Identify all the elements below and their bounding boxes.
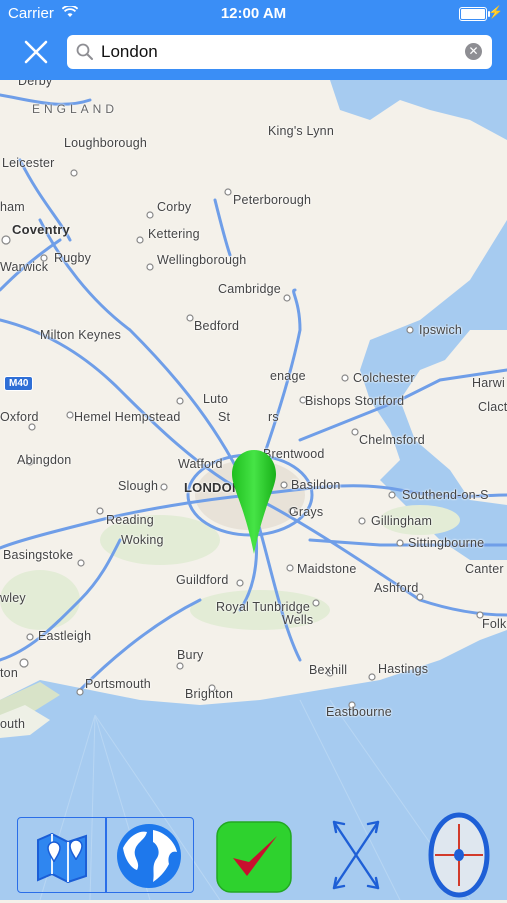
place-label: Abingdon: [17, 453, 72, 467]
place-label: Southend-on-S: [402, 488, 489, 502]
confirm-button[interactable]: [215, 820, 293, 899]
place-label: rs: [268, 410, 279, 424]
place-label: Folk: [482, 617, 507, 631]
clear-search-button[interactable]: ✕: [465, 43, 482, 60]
road-badge-m40: M40: [4, 376, 34, 391]
place-label: Cambridge: [218, 282, 281, 296]
place-label: Guildford: [176, 573, 229, 587]
place-label: Clact: [478, 400, 507, 414]
place-label: Coventry: [12, 222, 70, 237]
place-label: Royal Tunbridge: [216, 600, 311, 614]
search-input[interactable]: [101, 40, 441, 64]
place-label: Bedford: [194, 319, 240, 333]
close-button[interactable]: [14, 34, 58, 70]
charging-icon: ⚡: [488, 5, 503, 19]
place-label: Luto: [203, 392, 229, 406]
globe-icon: [117, 824, 181, 888]
place-label: Grays: [289, 505, 324, 519]
place-label: outh: [0, 717, 26, 731]
place-label: Bishops Stortford: [305, 394, 405, 408]
folded-map-icon: [37, 832, 87, 884]
place-label: Hastings: [378, 662, 429, 676]
place-label: Corby: [157, 200, 192, 214]
place-label: Wells: [282, 613, 314, 627]
place-label: Peterborough: [233, 193, 312, 207]
place-label: Slough: [118, 479, 159, 493]
place-label: Ipswich: [419, 323, 463, 337]
expand-button[interactable]: [328, 816, 384, 899]
place-label: Bexhill: [309, 663, 348, 677]
place-label: Ashford: [374, 581, 419, 595]
compass-button[interactable]: [427, 812, 491, 903]
place-label: Loughborough: [64, 136, 148, 150]
map-pins-button[interactable]: [34, 826, 90, 889]
globe-button[interactable]: [113, 822, 185, 895]
place-label: Wellingborough: [157, 253, 247, 267]
place-label: Sittingbourne: [408, 536, 485, 550]
place-label: Gillingham: [371, 514, 433, 528]
map-view[interactable]: Derby ENGLAND King's Lynn Loughborough L…: [0, 74, 507, 900]
compass-icon: [428, 812, 490, 898]
place-label: King's Lynn: [268, 124, 334, 138]
place-label: Hemel Hempstead: [74, 410, 181, 424]
place-label: Woking: [121, 533, 164, 547]
search-bar[interactable]: ✕: [67, 35, 492, 69]
place-label: Reading: [106, 513, 154, 527]
region-label: ENGLAND: [32, 102, 119, 116]
place-label: wley: [0, 591, 26, 605]
place-label: Milton Keynes: [40, 328, 122, 342]
navigation-bar: Carrier 12:00 AM ⚡ ✕: [0, 0, 507, 80]
status-bar: Carrier 12:00 AM ⚡: [0, 0, 507, 28]
place-label: Warwick: [0, 260, 49, 274]
place-label: Brighton: [185, 687, 234, 701]
checkmark-icon: [216, 821, 292, 893]
place-label: Bury: [177, 648, 204, 662]
place-label: St: [218, 410, 231, 424]
place-label: Eastbourne: [326, 705, 392, 719]
place-label: Leicester: [2, 156, 55, 170]
place-label: Portsmouth: [85, 677, 151, 691]
place-label: Colchester: [353, 371, 415, 385]
place-label: Chelmsford: [359, 433, 425, 447]
place-label: Maidstone: [297, 562, 357, 576]
place-label: Basildon: [291, 478, 341, 492]
place-label: Canter: [465, 562, 504, 576]
place-label: ham: [0, 200, 25, 214]
place-label: Basingstoke: [3, 548, 74, 562]
battery-icon: [459, 7, 490, 21]
search-icon: [76, 43, 94, 66]
place-label: Eastleigh: [38, 629, 92, 643]
place-label: Watford: [178, 457, 223, 471]
place-label: Harwi: [472, 376, 505, 390]
place-label: Kettering: [148, 227, 200, 241]
place-label: ton: [0, 666, 18, 680]
place-label: Oxford: [0, 410, 39, 424]
clock: 12:00 AM: [220, 5, 287, 22]
expand-arrows-icon: [332, 820, 380, 890]
place-label: enage: [270, 369, 306, 383]
place-label: Rugby: [54, 251, 92, 265]
